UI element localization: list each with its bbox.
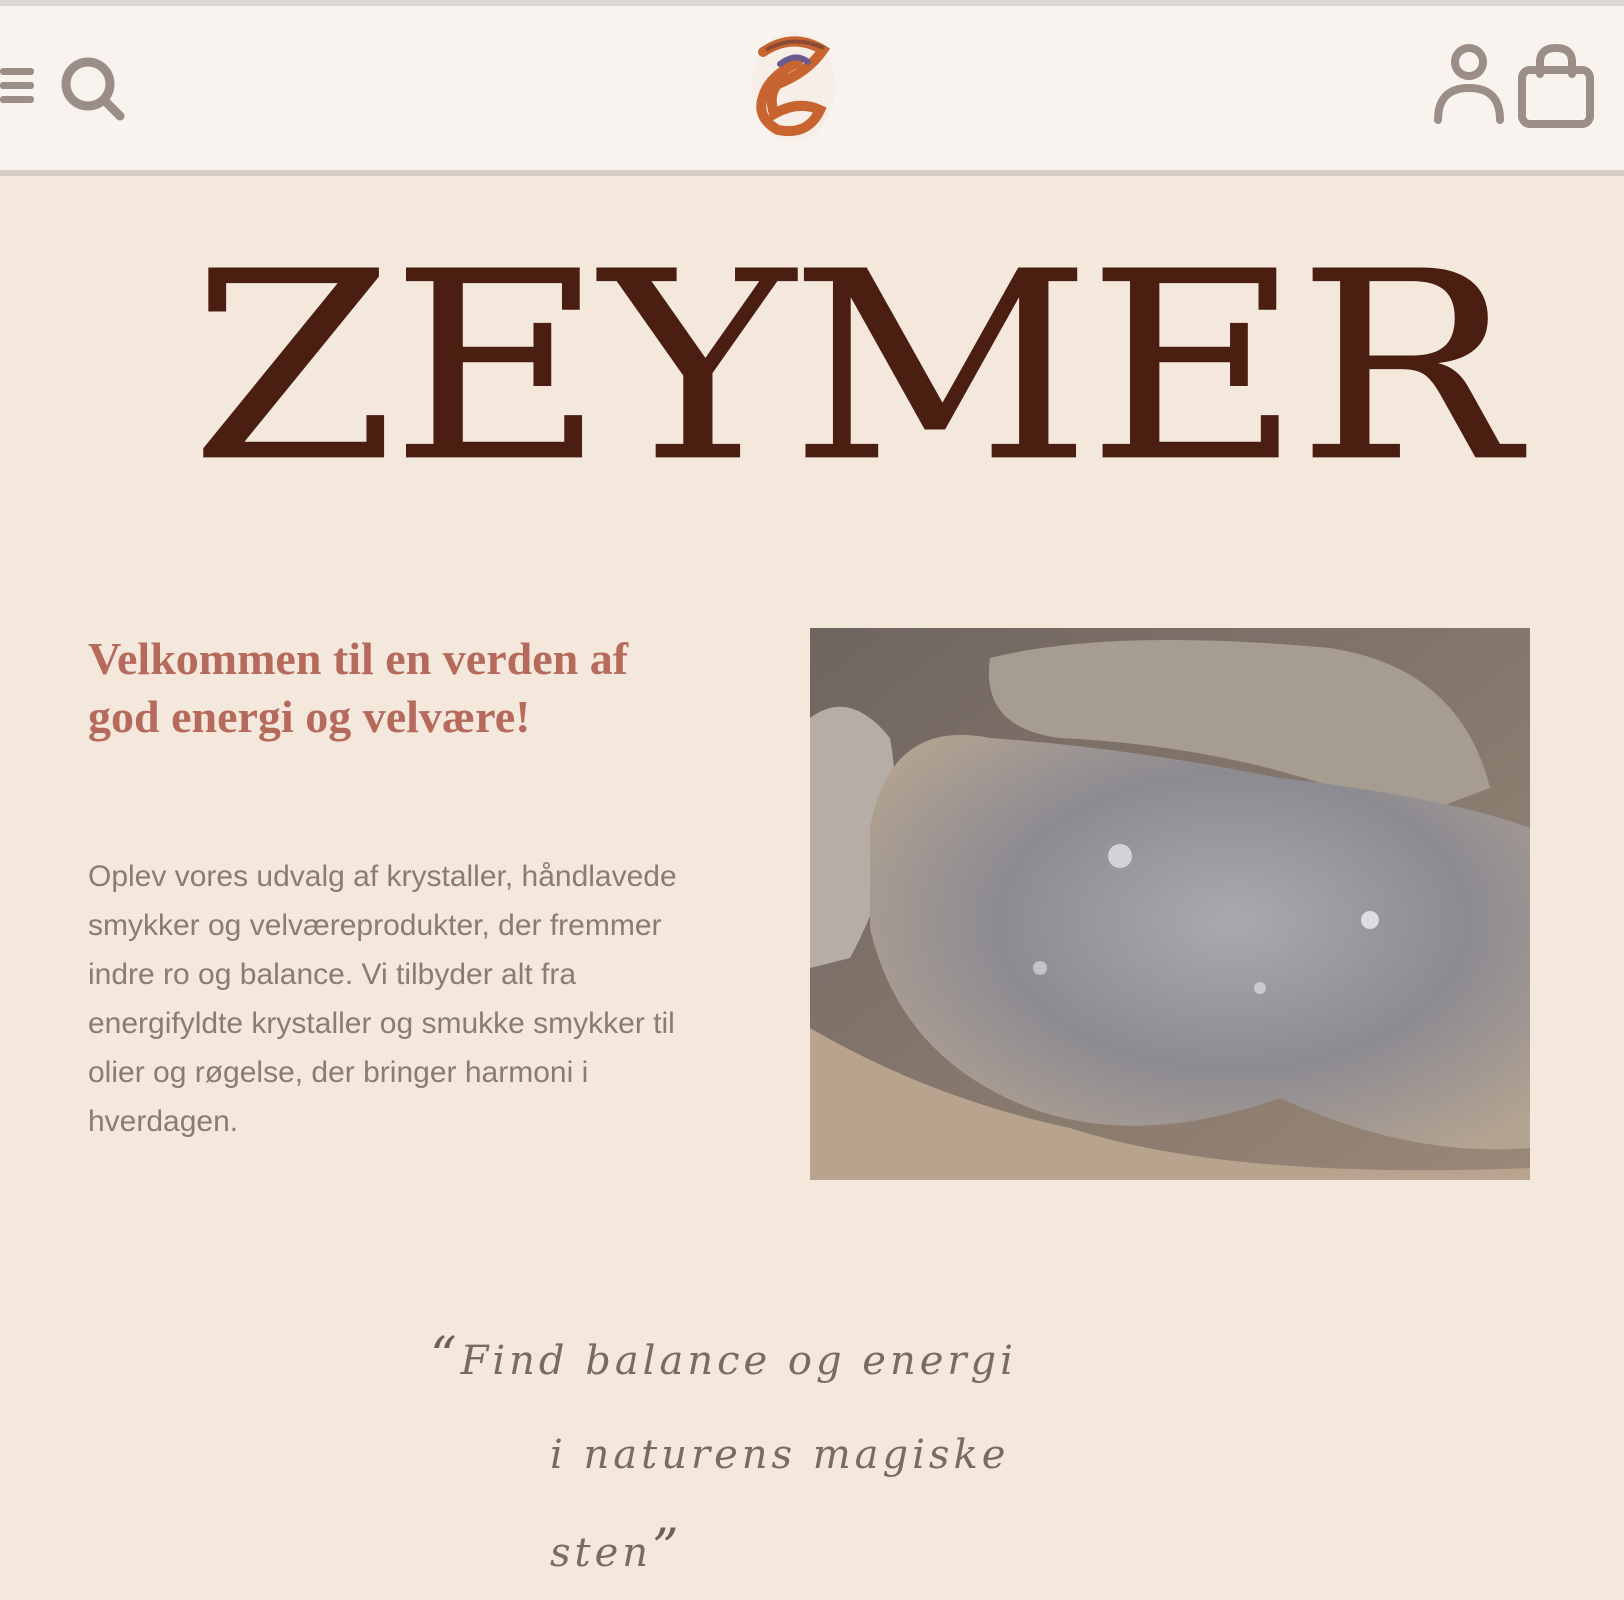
- quote: “Find balance og energi i naturens magis…: [430, 1310, 1110, 1600]
- search-icon[interactable]: [56, 52, 126, 122]
- site-header: [0, 0, 1624, 176]
- intro-text: Oplev vores udvalg af krystaller, håndla…: [88, 860, 677, 1138]
- quote-line-1: Find balance og energi: [460, 1338, 1017, 1384]
- cart-icon[interactable]: [1516, 42, 1596, 130]
- quote-line-2-wrapper: i naturens magiske sten”: [430, 1408, 1110, 1600]
- crystal-photo: [810, 628, 1530, 1180]
- quote-close-mark: ”: [652, 1519, 683, 1579]
- welcome-heading: Velkommen til en verden af god energi og…: [88, 633, 629, 742]
- brand-title: ZEYMER: [190, 215, 1519, 519]
- zeymer-logo[interactable]: [738, 22, 848, 152]
- quote-line-2: i naturens magiske sten: [550, 1432, 1010, 1576]
- menu-icon[interactable]: [0, 58, 34, 114]
- account-icon[interactable]: [1432, 42, 1506, 126]
- quote-open-mark: “: [430, 1327, 461, 1387]
